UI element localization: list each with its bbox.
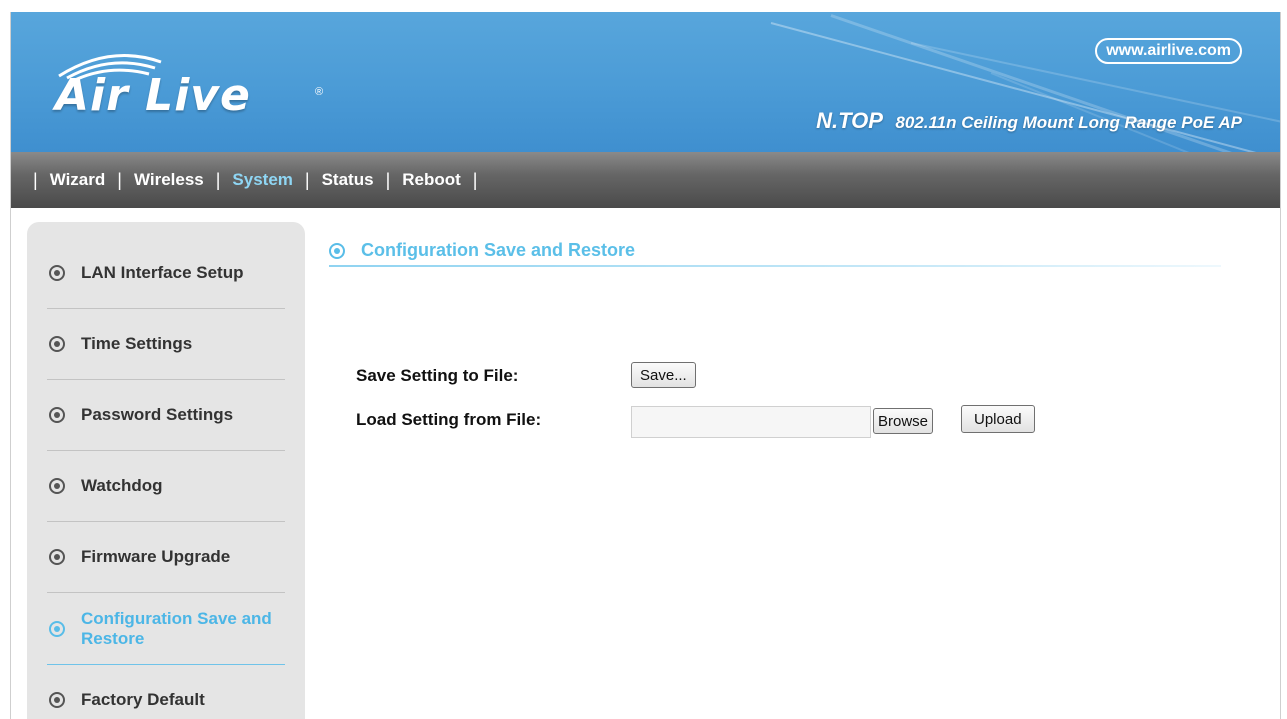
- sidebar: LAN Interface Setup Time Settings Passwo…: [27, 222, 305, 719]
- registered-mark: ®: [315, 86, 324, 98]
- radio-bullet-icon: [49, 620, 65, 637]
- sidebar-item-label: Time Settings: [81, 334, 193, 353]
- title-divider: [329, 265, 1221, 267]
- page-title-text: Configuration Save and Restore: [361, 240, 636, 260]
- sidebar-item-lan-interface-setup[interactable]: LAN Interface Setup: [47, 238, 285, 309]
- radio-bullet-icon: [49, 692, 65, 708]
- website-link[interactable]: www.airlive.com: [1095, 38, 1242, 64]
- radio-bullet-icon: [49, 478, 65, 494]
- file-path-input[interactable]: [631, 406, 871, 438]
- nav-separator: |: [304, 169, 310, 190]
- nav-separator: |: [385, 169, 391, 190]
- product-brand: N.TOP: [816, 108, 883, 133]
- sidebar-item-label: Configuration Save and Restore: [81, 608, 272, 648]
- nav-separator: |: [33, 169, 38, 190]
- nav-separator: |: [117, 169, 122, 190]
- upload-button[interactable]: Upload: [961, 405, 1035, 433]
- product-description: 802.11n Ceiling Mount Long Range PoE AP: [895, 113, 1242, 132]
- nav-wizard[interactable]: Wizard: [50, 170, 106, 190]
- radio-bullet-icon: [49, 336, 65, 352]
- header-banner: Air Live ® www.airlive.com N.TOP 802.11n…: [11, 12, 1280, 152]
- radio-bullet-icon: [49, 265, 65, 281]
- nav-separator: |: [472, 169, 478, 190]
- airlive-logo: Air Live: [55, 70, 251, 121]
- nav-separator: |: [215, 169, 221, 190]
- page-title: Configuration Save and Restore: [329, 240, 635, 261]
- sidebar-item-password-settings[interactable]: Password Settings: [47, 380, 285, 451]
- load-setting-label: Load Setting from File:: [356, 410, 542, 429]
- nav-reboot[interactable]: Reboot: [402, 170, 461, 190]
- save-button[interactable]: Save...: [631, 362, 696, 388]
- sidebar-item-configuration-save-restore[interactable]: Configuration Save and Restore: [47, 593, 285, 665]
- sidebar-item-label: LAN Interface Setup: [81, 263, 244, 282]
- sidebar-item-watchdog[interactable]: Watchdog: [47, 451, 285, 522]
- sidebar-item-label: Watchdog: [81, 476, 163, 495]
- sidebar-item-time-settings[interactable]: Time Settings: [47, 309, 285, 380]
- sidebar-item-label: Firmware Upgrade: [81, 547, 231, 566]
- nav-status[interactable]: Status: [322, 170, 374, 190]
- nav-wireless[interactable]: Wireless: [134, 170, 204, 190]
- browse-button[interactable]: Browse: [873, 408, 934, 434]
- main-nav: | Wizard | Wireless | System | Status | …: [11, 152, 1280, 208]
- sidebar-item-label: Factory Default: [81, 690, 205, 709]
- radio-bullet-icon: [49, 549, 65, 565]
- router-admin-window: Air Live ® www.airlive.com N.TOP 802.11n…: [10, 12, 1281, 719]
- sidebar-item-firmware-upgrade[interactable]: Firmware Upgrade: [47, 522, 285, 593]
- save-setting-label: Save Setting to File:: [356, 366, 519, 385]
- radio-bullet-icon: [329, 242, 345, 259]
- sidebar-item-factory-default[interactable]: Factory Default: [47, 665, 285, 719]
- nav-system[interactable]: System: [232, 170, 292, 190]
- radio-bullet-icon: [49, 407, 65, 423]
- product-title: N.TOP 802.11n Ceiling Mount Long Range P…: [816, 108, 1242, 134]
- sidebar-item-label: Password Settings: [81, 405, 234, 424]
